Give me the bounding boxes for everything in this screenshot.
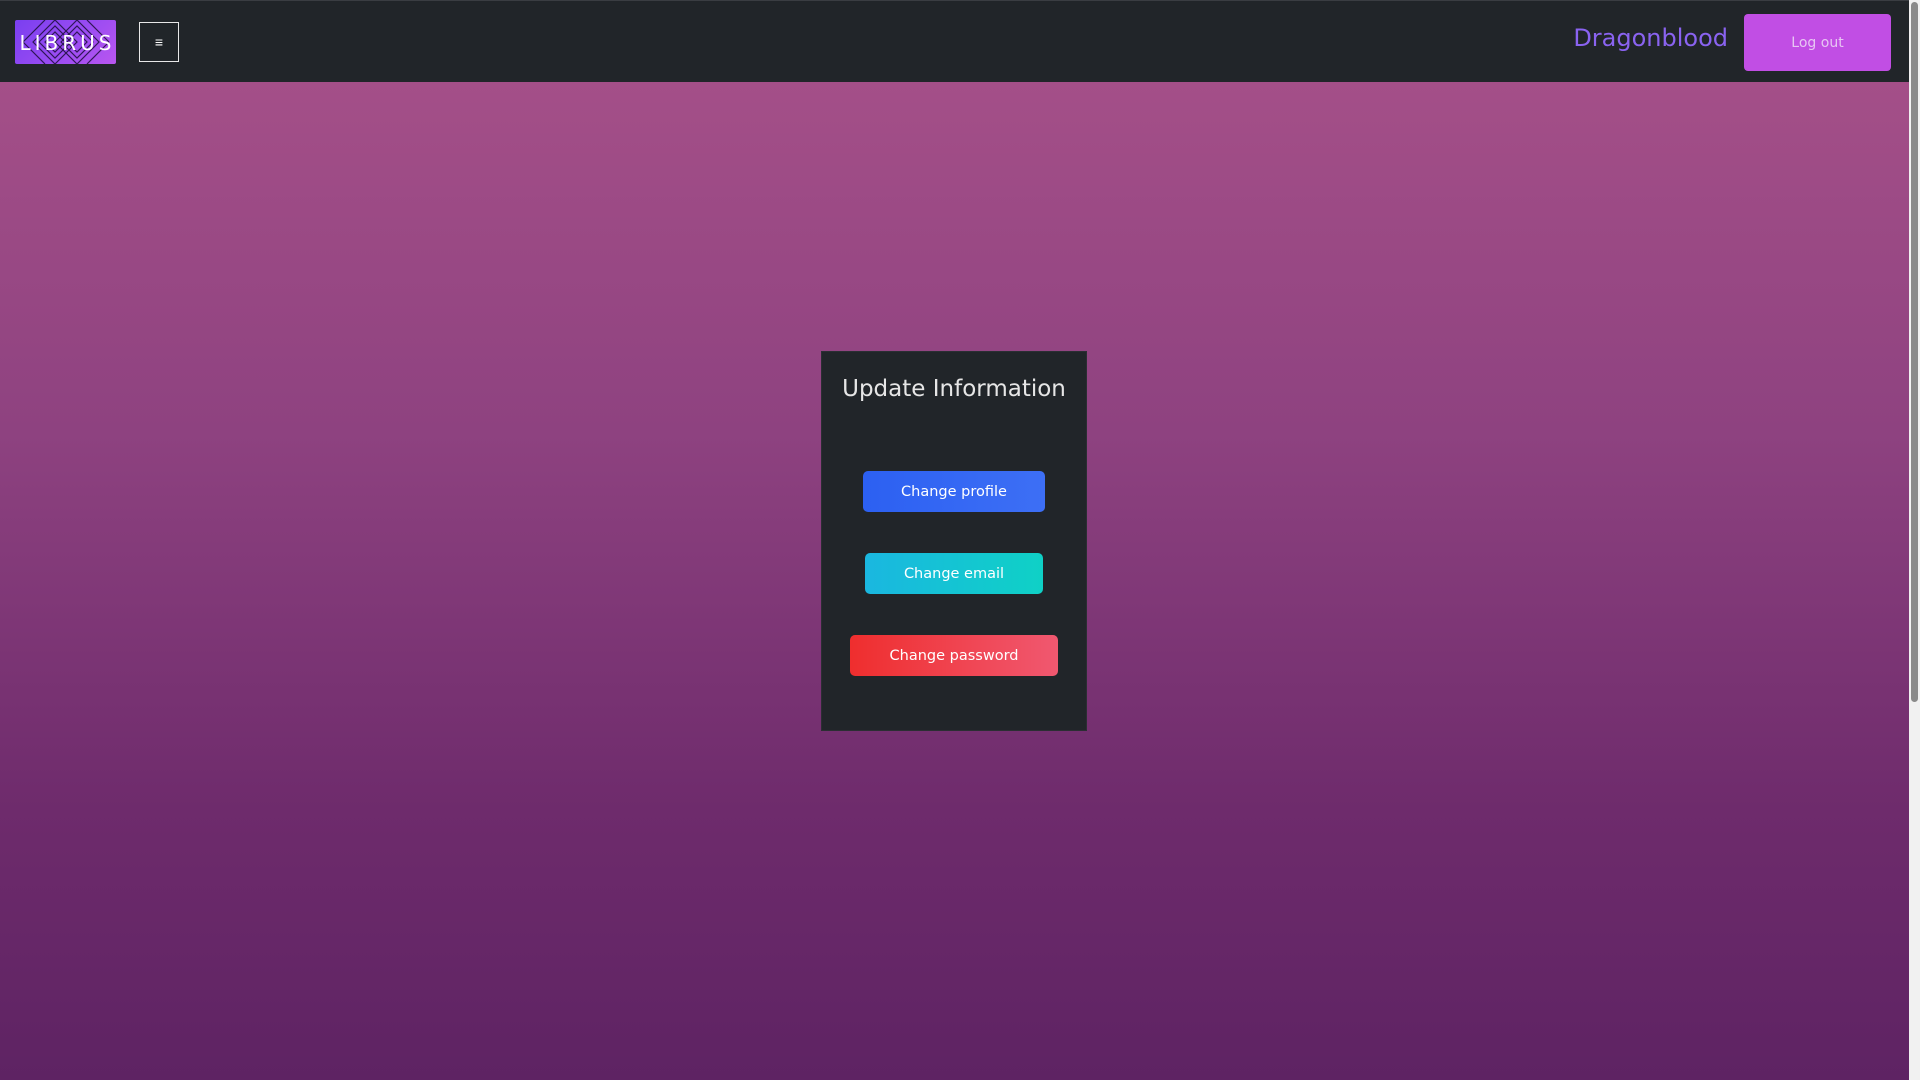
update-information-card: Update Information Change profile Change… (821, 351, 1087, 731)
top-navbar: LIBRUS ≡ Dragonblood Log out (0, 0, 1909, 82)
change-email-button[interactable]: Change email (865, 553, 1043, 594)
change-password-button[interactable]: Change password (850, 635, 1058, 676)
hamburger-menu-icon[interactable]: ≡ (139, 22, 179, 62)
card-title: Update Information (842, 376, 1066, 402)
logo-text: LIBRUS (19, 31, 116, 55)
change-profile-button[interactable]: Change profile (863, 471, 1045, 512)
page-scrollbar[interactable] (1909, 0, 1920, 1080)
scrollbar-thumb[interactable] (1911, 2, 1918, 702)
librus-logo[interactable]: LIBRUS (15, 20, 116, 64)
logout-button[interactable]: Log out (1744, 14, 1891, 71)
username-link[interactable]: Dragonblood (1573, 22, 1728, 54)
